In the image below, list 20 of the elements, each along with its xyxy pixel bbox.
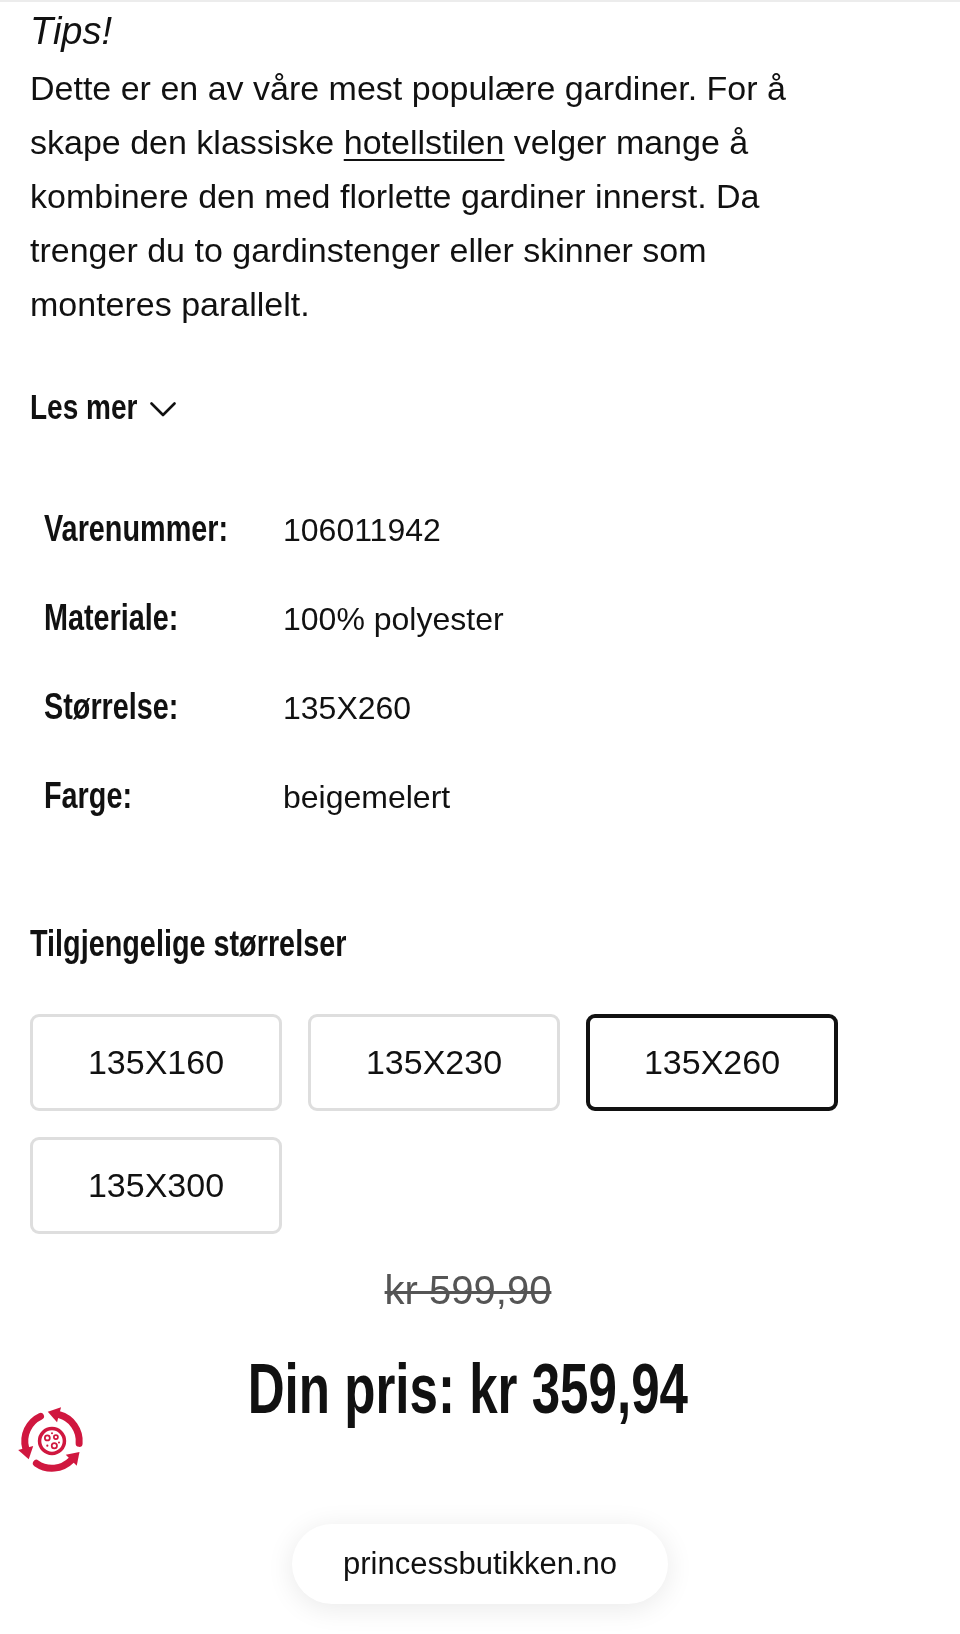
text-link[interactable]: hotellstilen [343, 123, 505, 161]
detail-value: 100% polyester [283, 600, 504, 639]
detail-value: 135X260 [283, 689, 412, 728]
size-option-button[interactable]: 135X260 [586, 1014, 838, 1111]
current-price: Din pris: kr 359,94 [247, 1349, 689, 1429]
detail-label: Varenummer: [44, 507, 229, 551]
detail-label: Materiale: [44, 596, 179, 640]
detail-value: beigemelert [283, 778, 451, 817]
tips-heading: Tips! [30, 9, 112, 54]
size-option-button[interactable]: 135X160 [30, 1014, 282, 1111]
size-option-button[interactable]: 135X300 [30, 1137, 282, 1234]
original-price: kr 599,90 [384, 1267, 552, 1314]
detail-label: Farge: [44, 774, 132, 818]
detail-label: Størrelse: [44, 685, 179, 729]
detail-value: 106011942 [283, 511, 441, 550]
address-bar[interactable]: princessbutikken.no [292, 1524, 668, 1604]
size-option-button[interactable]: 135X230 [308, 1014, 560, 1111]
section-heading: Tilgjengelige størrelser [30, 922, 347, 966]
read-more-button[interactable]: Les mer [30, 387, 177, 427]
tips-paragraph: Dette er en av våre mest populære gardiner. For å skape den klassiske hotellstilen velger mange å kombinere den med florlette gardiner innerst. Da trenger du to gardinstenger eller skinner som monteres parallelt. [30, 68, 787, 325]
